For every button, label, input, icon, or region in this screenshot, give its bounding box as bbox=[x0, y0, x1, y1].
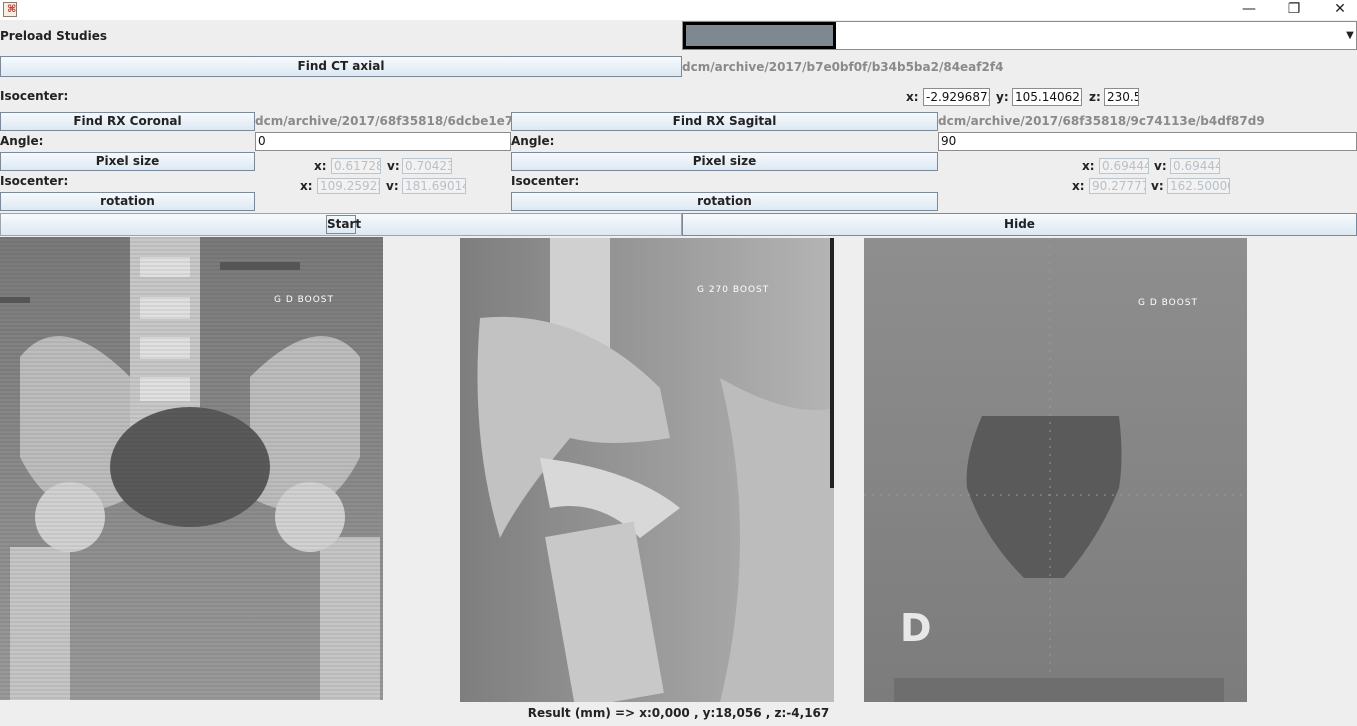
find-ct-axial-button[interactable]: Find CT axial bbox=[0, 56, 682, 77]
isocenter-y-label: y: bbox=[996, 90, 1009, 104]
java-app-icon: ⌘ bbox=[3, 2, 17, 17]
sagittal-iso-x-label: x: bbox=[1072, 179, 1085, 193]
coronal-angle-label: Angle: bbox=[0, 134, 44, 148]
sagittal-iso-v-label: v: bbox=[1151, 179, 1164, 193]
coronal-iso-x-label: x: bbox=[300, 179, 313, 193]
sagittal-isocenter-label: Isocenter: bbox=[511, 174, 580, 188]
coronal-xray-image[interactable]: G D BOOST bbox=[0, 237, 383, 700]
isocenter-y-field[interactable]: 105.140625 bbox=[1012, 88, 1082, 106]
sagittal-iso-x-field[interactable]: 90.27777 bbox=[1089, 178, 1146, 194]
coronal-pixel-size-button[interactable]: Pixel size bbox=[0, 152, 255, 171]
sagittal-angle-label: Angle: bbox=[511, 134, 555, 148]
sagittal-pixel-x-label: x: bbox=[1082, 159, 1095, 173]
coronal-pixel-x-field[interactable]: 0.61728 bbox=[331, 158, 381, 174]
coronal-pixel-v-field[interactable]: 0.70423 bbox=[402, 158, 452, 174]
isocenter-x-label: x: bbox=[906, 90, 919, 104]
portal-image-label: G D BOOST bbox=[1138, 298, 1199, 308]
coronal-iso-x-field[interactable]: 109.25925 bbox=[317, 178, 380, 194]
portal-xray-image[interactable]: G D BOOST D bbox=[864, 238, 1247, 702]
isocenter-z-label: z: bbox=[1089, 90, 1101, 104]
sagittal-pixel-v-field[interactable]: 0.69444 bbox=[1170, 158, 1220, 174]
coronal-image-label: G D BOOST bbox=[274, 295, 335, 305]
isocenter-label: Isocenter: bbox=[0, 89, 69, 103]
coronal-path-text: dcm/archive/2017/68f35818/6dcbe1e7/e907.… bbox=[255, 114, 511, 128]
sagittal-path-text: dcm/archive/2017/68f35818/9c74113e/b4df8… bbox=[938, 114, 1265, 128]
find-rx-coronal-button[interactable]: Find RX Coronal bbox=[0, 112, 255, 131]
preload-studies-label: Preload Studies bbox=[0, 29, 107, 43]
coronal-pixel-v-label: v: bbox=[387, 159, 400, 173]
coronal-pixel-x-label: x: bbox=[314, 159, 327, 173]
start-button-area[interactable]: Start bbox=[0, 213, 682, 236]
coronal-rotation-button[interactable]: rotation bbox=[0, 192, 255, 211]
close-button[interactable]: ✕ bbox=[1317, 0, 1357, 20]
sagittal-pixel-size-button[interactable]: Pixel size bbox=[511, 152, 938, 171]
coronal-iso-v-field[interactable]: 181.69014 bbox=[402, 178, 466, 194]
isocenter-z-field[interactable]: 230.5 bbox=[1104, 88, 1139, 106]
sagittal-xray-image[interactable]: G 270 BOOST bbox=[460, 238, 834, 702]
sagittal-pixel-x-field[interactable]: 0.69444 bbox=[1099, 158, 1149, 174]
minimize-button[interactable]: — bbox=[1226, 0, 1272, 20]
window-title-bar bbox=[0, 0, 1357, 20]
sagittal-pixel-v-label: v: bbox=[1154, 159, 1167, 173]
maximize-button[interactable]: ❐ bbox=[1271, 0, 1317, 20]
coronal-isocenter-label: Isocenter: bbox=[0, 174, 69, 188]
portal-d-marker: D bbox=[900, 606, 932, 650]
ct-path-text: dcm/archive/2017/b7e0bf0f/b34b5ba2/84eaf… bbox=[682, 60, 1004, 74]
coronal-iso-v-label: v: bbox=[386, 179, 399, 193]
sagittal-rotation-button[interactable]: rotation bbox=[511, 192, 938, 211]
chevron-down-icon[interactable]: ▼ bbox=[1344, 27, 1356, 45]
sagittal-iso-v-field[interactable]: 162.50000 bbox=[1167, 178, 1230, 194]
coronal-angle-field[interactable]: 0 bbox=[255, 132, 511, 151]
result-text: Result (mm) => x:0,000 , y:18,056 , z:-4… bbox=[527, 706, 830, 720]
sagittal-image-label: G 270 BOOST bbox=[697, 285, 770, 295]
isocenter-x-field[interactable]: -2.9296875 bbox=[923, 88, 990, 106]
find-rx-sagital-button[interactable]: Find RX Sagital bbox=[511, 112, 938, 131]
hide-button[interactable]: Hide bbox=[682, 213, 1357, 236]
sagittal-angle-field[interactable]: 90 bbox=[938, 132, 1357, 151]
start-button[interactable]: Start bbox=[326, 215, 361, 234]
combobox-selected-item[interactable] bbox=[683, 22, 836, 49]
